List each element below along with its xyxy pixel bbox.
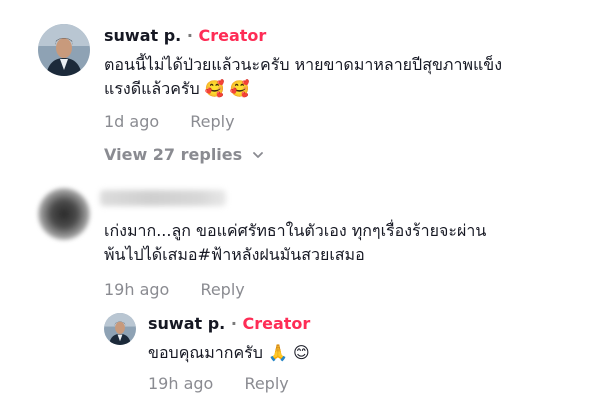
comment-author-blurred[interactable] [100,190,226,206]
reply-button[interactable]: Reply [200,280,244,299]
avatar[interactable] [104,313,136,345]
creator-badge: Creator [198,26,267,45]
comment-time: 1d ago [104,112,160,131]
reply-button[interactable]: Reply [244,374,288,393]
view-replies-label: View 27 replies [104,145,243,164]
reply-button[interactable]: Reply [190,112,234,131]
avatar[interactable] [38,24,90,76]
comment-meta: 19h ago Reply [104,280,245,299]
avatar[interactable] [38,188,90,240]
comment-time: 19h ago [104,280,170,299]
reply-author-row: suwat p. · Creator [148,314,310,333]
reply-time: 19h ago [148,374,214,393]
separator-dot: · [230,314,237,333]
separator-dot: · [186,26,193,45]
comment-text-line: แรงดีแล้วครับ 🥰 🥰 [104,79,250,98]
reply-author[interactable]: suwat p. [148,314,225,333]
reply-text: ขอบคุณมากครับ 🙏 😊 [148,343,310,362]
comment-text-line: พ้นไปได้เสมอ#ฟ้าหลังฝนมันสวยเสมอ [104,245,365,264]
reply-meta: 19h ago Reply [148,374,289,393]
comment-text: เก่งมาก...ลูก ขอแค่ศรัทธาในตัวเอง ทุกๆเร… [104,219,584,267]
chevron-down-icon [252,146,264,165]
comment-text-line: เก่งมาก...ลูก ขอแค่ศรัทธาในตัวเอง ทุกๆเร… [104,221,487,240]
comment-author[interactable]: suwat p. [104,26,181,45]
creator-badge: Creator [242,314,311,333]
comment-text: ตอนนี้ไม่ได้ป่วยแล้วนะครับ หายขาดมาหลายป… [104,53,584,101]
comment-text-line: ตอนนี้ไม่ได้ป่วยแล้วนะครับ หายขาดมาหลายป… [104,55,503,74]
view-replies-button[interactable]: View 27 replies [104,145,264,165]
comment-meta: 1d ago Reply [104,112,235,131]
comment-author-row: suwat p. · Creator [104,26,266,45]
